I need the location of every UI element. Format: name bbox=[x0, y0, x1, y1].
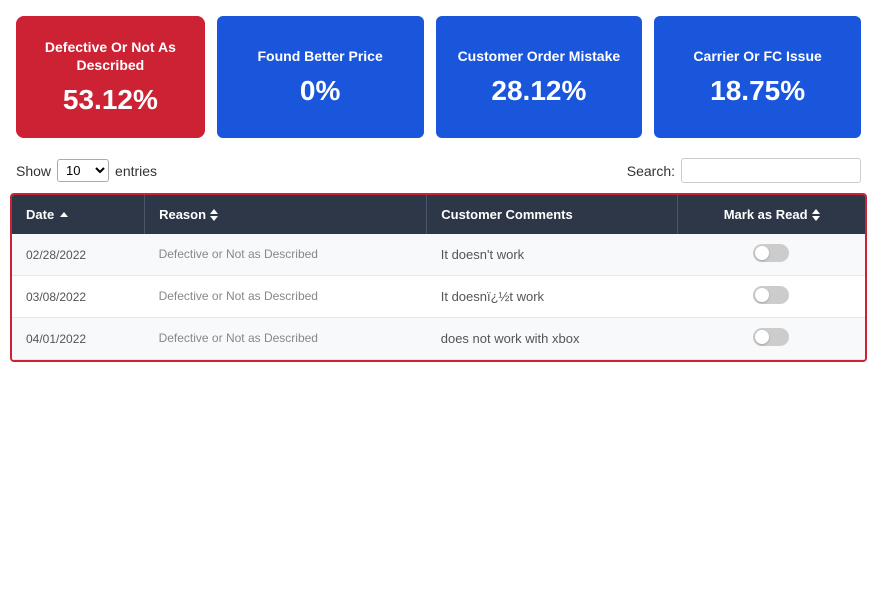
controls-left: Show 10 25 50 100 entries bbox=[16, 159, 157, 182]
th-mark-as-read[interactable]: Mark as Read bbox=[678, 195, 865, 234]
table-container: Date Reason bbox=[10, 193, 867, 362]
stat-label-carrier-fc: Carrier Or FC Issue bbox=[666, 47, 849, 65]
stat-card-order-mistake: Customer Order Mistake 28.12% bbox=[436, 16, 643, 138]
stat-value-order-mistake: 28.12% bbox=[448, 75, 631, 107]
stat-label-better-price: Found Better Price bbox=[229, 47, 412, 65]
th-customer-comments: Customer Comments bbox=[427, 195, 678, 234]
mark-as-read-toggle[interactable] bbox=[753, 244, 789, 262]
table-row: 03/08/2022Defective or Not as DescribedI… bbox=[12, 276, 865, 318]
cell-reason: Defective or Not as Described bbox=[145, 234, 427, 276]
stat-card-better-price: Found Better Price 0% bbox=[217, 16, 424, 138]
cell-comment: It doesnï¿½t work bbox=[427, 276, 678, 318]
stat-card-carrier-fc: Carrier Or FC Issue 18.75% bbox=[654, 16, 861, 138]
table-header-row: Date Reason bbox=[12, 195, 865, 234]
th-reason[interactable]: Reason bbox=[145, 195, 427, 234]
cell-comment: does not work with xbox bbox=[427, 318, 678, 360]
cell-reason: Defective or Not as Described bbox=[145, 318, 427, 360]
entries-label: entries bbox=[115, 163, 157, 179]
show-label: Show bbox=[16, 163, 51, 179]
mark-as-read-toggle[interactable] bbox=[753, 328, 789, 346]
table-row: 02/28/2022Defective or Not as DescribedI… bbox=[12, 234, 865, 276]
stat-label-order-mistake: Customer Order Mistake bbox=[448, 47, 631, 65]
cell-toggle bbox=[678, 276, 865, 318]
controls-right: Search: bbox=[627, 158, 861, 183]
entries-select[interactable]: 10 25 50 100 bbox=[57, 159, 109, 182]
search-input[interactable] bbox=[681, 158, 861, 183]
stats-row: Defective Or Not As Described 53.12% Fou… bbox=[0, 0, 877, 150]
stat-value-carrier-fc: 18.75% bbox=[666, 75, 849, 107]
mark-sort-icon bbox=[812, 209, 820, 221]
date-sort-icon bbox=[60, 212, 68, 217]
cell-reason: Defective or Not as Described bbox=[145, 276, 427, 318]
cell-date: 03/08/2022 bbox=[12, 276, 145, 318]
stat-card-wrapper-defective: Defective Or Not As Described 53.12% bbox=[16, 16, 205, 138]
stat-value-defective: 53.12% bbox=[34, 84, 187, 116]
controls-row: Show 10 25 50 100 entries Search: bbox=[0, 150, 877, 193]
cell-toggle bbox=[678, 318, 865, 360]
cell-date: 04/01/2022 bbox=[12, 318, 145, 360]
cell-date: 02/28/2022 bbox=[12, 234, 145, 276]
th-date[interactable]: Date bbox=[12, 195, 145, 234]
cell-toggle bbox=[678, 234, 865, 276]
stat-card-defective: Defective Or Not As Described 53.12% bbox=[19, 19, 202, 135]
stat-value-better-price: 0% bbox=[229, 75, 412, 107]
reason-sort-icon bbox=[210, 209, 218, 221]
stat-label-defective: Defective Or Not As Described bbox=[34, 38, 187, 74]
table-row: 04/01/2022Defective or Not as Describedd… bbox=[12, 318, 865, 360]
mark-as-read-toggle[interactable] bbox=[753, 286, 789, 304]
cell-comment: It doesn't work bbox=[427, 234, 678, 276]
search-label: Search: bbox=[627, 163, 675, 179]
returns-table: Date Reason bbox=[12, 195, 865, 360]
